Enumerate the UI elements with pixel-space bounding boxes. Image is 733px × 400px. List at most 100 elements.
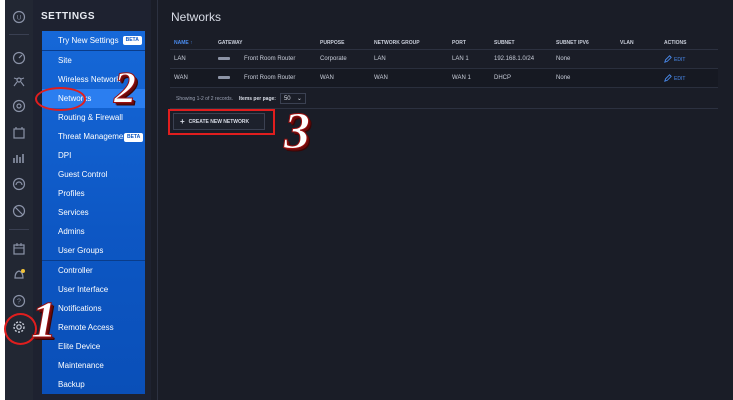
panel-divider xyxy=(157,0,158,400)
iconbar-divider xyxy=(9,34,29,35)
cell-actions: EDIT xyxy=(660,49,718,69)
beta-badge: BETA xyxy=(124,133,144,142)
cell-name: LAN xyxy=(170,49,214,69)
edit-label: EDIT xyxy=(674,75,686,82)
records-count: Showing 1-2 of 2 records. xyxy=(176,95,233,102)
gateway-device-icon xyxy=(218,56,230,60)
dashboard-icon[interactable] xyxy=(12,51,26,65)
sidebar-item-label: Admins xyxy=(58,227,85,236)
step-number-3: 3 xyxy=(284,103,311,160)
chevron-down-icon: ⌄ xyxy=(296,96,302,102)
alerts-icon[interactable] xyxy=(12,268,26,282)
sidebar-item-label: Services xyxy=(58,208,89,217)
sidebar-item-admins[interactable]: Admins xyxy=(42,222,145,241)
insights-icon[interactable] xyxy=(12,177,26,191)
sidebar-item-label: Guest Control xyxy=(58,170,108,179)
highlight-box-create-button xyxy=(168,109,275,135)
svg-text:?: ? xyxy=(17,299,21,306)
gateway-name: Front Room Router xyxy=(244,56,296,62)
table-header-row: NAME ↑ GATEWAY PURPOSE NETWORK GROUP POR… xyxy=(170,36,718,50)
column-header-network-group[interactable]: NETWORK GROUP xyxy=(370,36,448,50)
sidebar-item-label: Site xyxy=(58,56,72,65)
cell-network-group: WAN xyxy=(370,68,448,88)
items-per-page-value: 50 xyxy=(283,95,291,102)
sidebar-item-dpi[interactable]: DPI xyxy=(42,146,145,165)
column-header-vlan[interactable]: VLAN xyxy=(616,36,660,50)
column-header-port[interactable]: PORT xyxy=(448,36,490,50)
gateway-name: Front Room Router xyxy=(244,75,296,81)
networks-table: NAME ↑ GATEWAY PURPOSE NETWORK GROUP POR… xyxy=(170,36,718,88)
edit-link[interactable]: EDIT xyxy=(664,55,686,63)
cell-vlan xyxy=(616,49,660,69)
column-header-label: NAME xyxy=(174,39,189,46)
cell-port: WAN 1 xyxy=(448,68,490,88)
sort-ascending-icon: ↑ xyxy=(190,39,193,46)
sidebar-item-try-new-settings[interactable]: Try New Settings BETA xyxy=(42,31,145,50)
cell-port: LAN 1 xyxy=(448,49,490,69)
sidebar-item-guest-control[interactable]: Guest Control xyxy=(42,165,145,184)
page-title: Networks xyxy=(171,10,222,24)
sidebar-item-label: Backup xyxy=(58,380,85,389)
column-header-subnet[interactable]: SUBNET xyxy=(490,36,552,50)
help-icon[interactable]: ? xyxy=(12,294,26,308)
column-header-subnet-ipv6[interactable]: SUBNET IPV6 xyxy=(552,36,616,50)
sidebar-item-services[interactable]: Services xyxy=(42,203,145,222)
cell-subnet: 192.168.1.0/24 xyxy=(490,49,552,69)
pencil-icon xyxy=(664,74,672,82)
devices-icon[interactable] xyxy=(12,99,26,113)
cell-subnet-ipv6: None xyxy=(552,68,616,88)
right-edge xyxy=(725,0,733,400)
sidebar-item-notifications[interactable]: Notifications xyxy=(42,299,145,318)
cell-subnet: DHCP xyxy=(490,68,552,88)
clients-icon[interactable] xyxy=(12,126,26,140)
sidebar-item-elite-device[interactable]: Elite Device xyxy=(42,337,145,356)
settings-title: SETTINGS xyxy=(41,11,96,22)
map-icon[interactable] xyxy=(12,74,26,88)
table-row[interactable]: LAN Front Room Router Corporate LAN LAN … xyxy=(170,49,718,69)
highlight-oval-networks xyxy=(35,87,86,111)
cell-purpose: WAN xyxy=(316,68,370,88)
cell-vlan xyxy=(616,68,660,88)
cell-purpose: Corporate xyxy=(316,49,370,69)
step-number-1: 1 xyxy=(31,292,58,349)
cell-name: WAN xyxy=(170,68,214,88)
beta-badge: BETA xyxy=(122,36,142,46)
sidebar-item-label: Controller xyxy=(58,266,93,275)
iconbar-divider xyxy=(9,229,29,230)
events-icon[interactable] xyxy=(12,242,26,256)
sidebar-item-profiles[interactable]: Profiles xyxy=(42,184,145,203)
sidebar-item-user-interface[interactable]: User Interface xyxy=(42,280,145,299)
cell-gateway: Front Room Router xyxy=(214,49,316,69)
sidebar-item-label: Notifications xyxy=(58,304,102,313)
sidebar-item-label: Profiles xyxy=(58,189,85,198)
security-icon[interactable] xyxy=(12,204,26,218)
cell-network-group: LAN xyxy=(370,49,448,69)
sidebar-item-maintenance[interactable]: Maintenance xyxy=(42,356,145,375)
items-per-page-label: Items per page: xyxy=(238,95,276,102)
sidebar-item-label: Threat Management xyxy=(58,132,131,141)
edit-link[interactable]: EDIT xyxy=(664,74,686,82)
sidebar-item-threat-management[interactable]: Threat Management BETA xyxy=(42,127,145,146)
sidebar-item-backup[interactable]: Backup xyxy=(42,375,145,394)
statistics-icon[interactable] xyxy=(12,151,26,165)
sidebar-item-user-groups[interactable]: User Groups xyxy=(42,241,145,260)
sidebar-item-label: DPI xyxy=(58,151,72,160)
gateway-device-icon xyxy=(218,75,230,79)
unifi-logo-icon[interactable]: U xyxy=(12,10,26,24)
svg-text:U: U xyxy=(17,16,21,22)
edit-label: EDIT xyxy=(674,56,686,63)
cell-actions: EDIT xyxy=(660,68,718,88)
column-header-gateway[interactable]: GATEWAY xyxy=(214,36,316,50)
step-number-2: 2 xyxy=(114,63,137,112)
column-header-name[interactable]: NAME ↑ xyxy=(170,36,214,50)
column-header-purpose[interactable]: PURPOSE xyxy=(316,36,370,50)
pencil-icon xyxy=(664,55,672,63)
sidebar-item-label: Maintenance xyxy=(58,361,104,370)
sidebar-item-remote-access[interactable]: Remote Access xyxy=(42,318,145,337)
sidebar-item-controller[interactable]: Controller xyxy=(42,261,145,280)
sidebar-item-label: Remote Access xyxy=(58,323,114,332)
table-row[interactable]: WAN Front Room Router WAN WAN WAN 1 DHCP… xyxy=(170,68,718,88)
sidebar-item-label: User Interface xyxy=(58,285,109,294)
sidebar-item-label: User Groups xyxy=(58,246,104,255)
column-header-actions: ACTIONS xyxy=(660,36,718,50)
